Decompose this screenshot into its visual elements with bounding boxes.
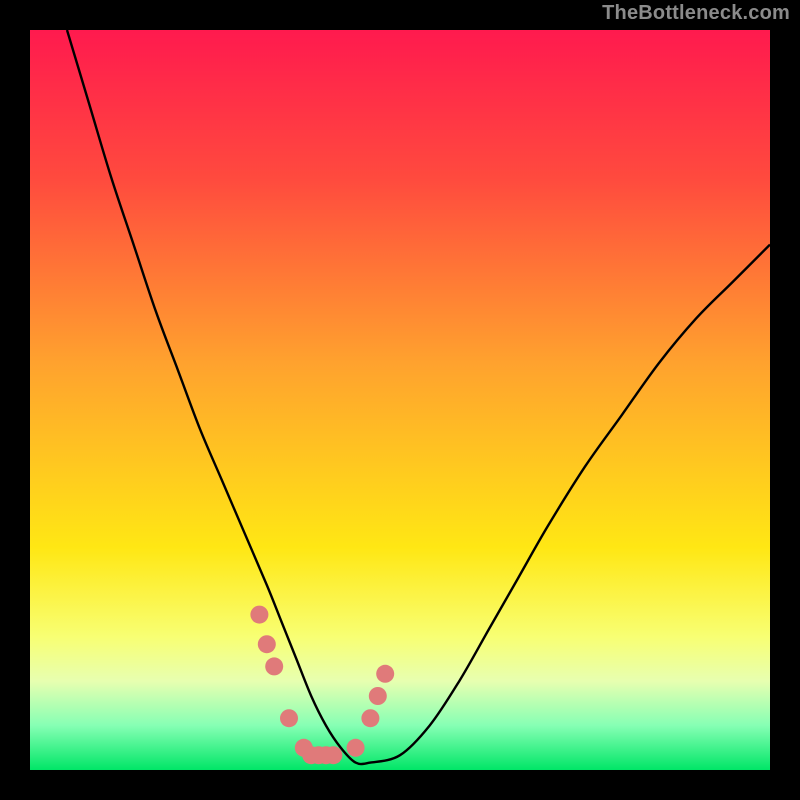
data-dots bbox=[30, 30, 770, 770]
plot-area bbox=[30, 30, 770, 770]
data-dot bbox=[280, 709, 298, 727]
data-dot bbox=[361, 709, 379, 727]
data-dot bbox=[324, 746, 342, 764]
data-dot bbox=[347, 739, 365, 757]
watermark-text: TheBottleneck.com bbox=[602, 2, 790, 25]
data-dot bbox=[250, 606, 268, 624]
data-dot bbox=[265, 657, 283, 675]
data-dot bbox=[376, 665, 394, 683]
chart-frame: TheBottleneck.com bbox=[0, 0, 800, 800]
data-dot bbox=[369, 687, 387, 705]
data-dot bbox=[258, 635, 276, 653]
